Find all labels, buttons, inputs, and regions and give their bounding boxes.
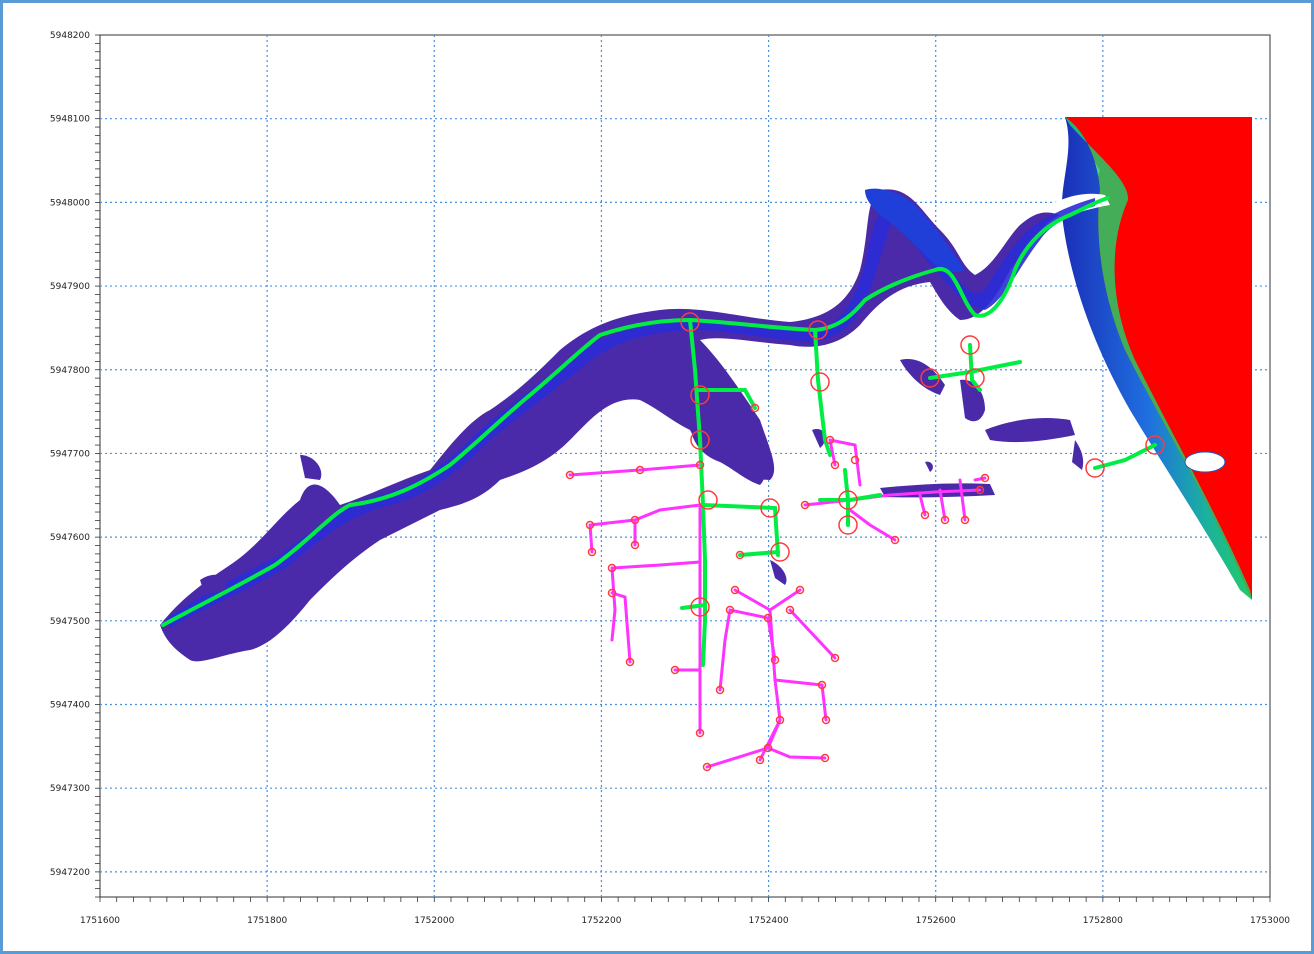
y-tick-label: 5947700 <box>50 449 90 459</box>
x-tick-label: 1752600 <box>916 916 956 926</box>
x-tick-label: 1752800 <box>1083 916 1123 926</box>
y-tick-label: 5947300 <box>50 784 90 794</box>
y-axis-labels: 5948200 5948100 5948000 5947900 5947800 59477… <box>50 31 90 878</box>
y-tick-label: 5947200 <box>50 868 90 878</box>
y-tick-label: 5947900 <box>50 282 90 292</box>
x-tick-label: 1752200 <box>581 916 621 926</box>
y-tick-label: 5947800 <box>50 366 90 376</box>
y-tick-label: 5947500 <box>50 617 90 627</box>
map-canvas[interactable]: 1751600 1751800 1752000 1752200 1752400 17526… <box>0 0 1314 954</box>
y-tick-label: 5948200 <box>50 31 90 41</box>
y-tick-label: 5948000 <box>50 198 90 208</box>
x-axis-labels: 1751600 1751800 1752000 1752200 1752400 17526… <box>80 916 1290 926</box>
x-tick-label: 1752000 <box>414 916 454 926</box>
y-tick-label: 5947400 <box>50 701 90 711</box>
x-tick-label: 1751800 <box>247 916 287 926</box>
x-tick-label: 1751600 <box>80 916 120 926</box>
x-tick-label: 1753000 <box>1250 916 1290 926</box>
y-tick-label: 5948100 <box>50 115 90 125</box>
x-tick-label: 1752400 <box>749 916 789 926</box>
y-tick-label: 5947600 <box>50 533 90 543</box>
outfall-mouth <box>1184 451 1226 473</box>
